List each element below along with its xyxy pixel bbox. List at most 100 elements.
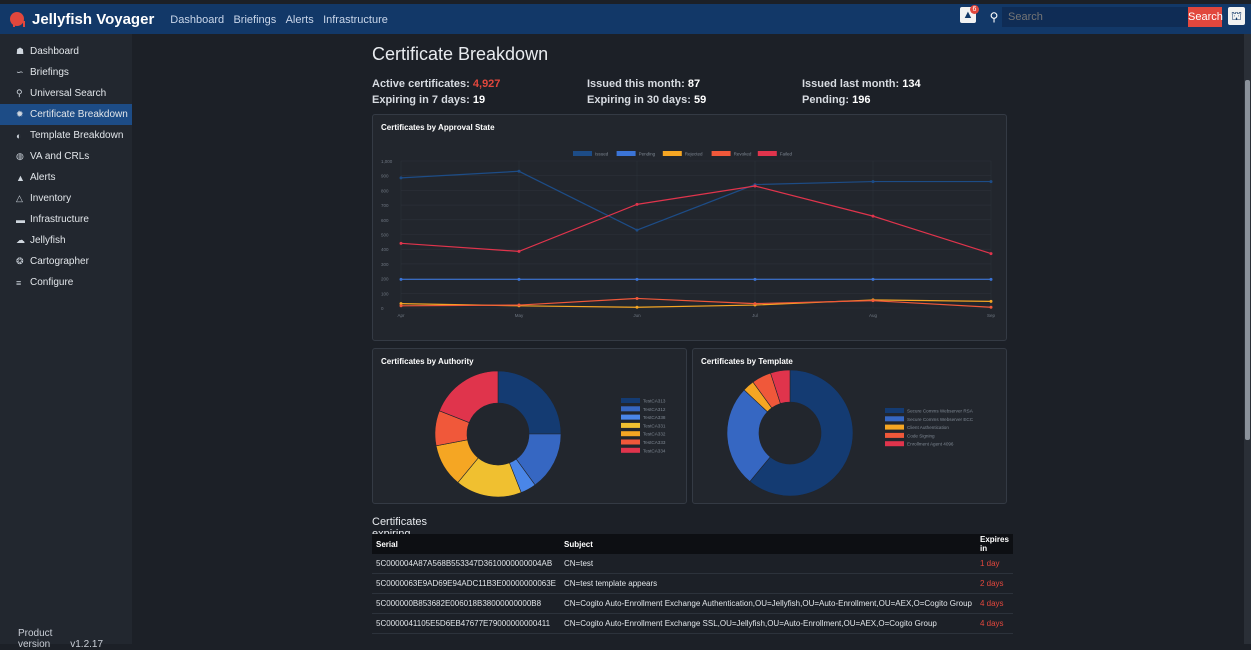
data-point <box>989 305 993 309</box>
sidebar-item-template-breakdown[interactable]: ◐ Template Breakdown <box>0 125 132 146</box>
data-point <box>989 252 993 256</box>
y-tick-label: 300 <box>381 262 389 267</box>
search-button[interactable]: Search <box>1188 7 1223 27</box>
data-point <box>989 277 993 281</box>
template-icon: ◐ <box>16 130 22 141</box>
x-tick-label: Sep <box>987 313 996 318</box>
x-tick-label: Aug <box>869 313 878 318</box>
table-row[interactable]: 5C0000063E9AD69E94ADC11B3E00000000063E CN… <box>372 573 1013 594</box>
sidebar-item-infrastructure[interactable]: ▬ Infrastructure <box>0 209 132 230</box>
certificate-icon: ✹ <box>16 109 24 119</box>
search-bar: ⚲ Search <box>986 7 1223 27</box>
sidebar-item-label: Configure <box>30 277 74 288</box>
table-row[interactable]: 5C0000041105E5D6EB47677E79000000000411 CN… <box>372 613 1013 634</box>
sidebar-item-certificate-breakdown[interactable]: ✹ Certificate Breakdown <box>0 104 132 125</box>
legend-label: TestCA312 <box>643 407 666 412</box>
search-input[interactable] <box>1002 7 1188 27</box>
legend-swatch <box>885 424 904 430</box>
sidebar-item-label: Alerts <box>30 172 56 183</box>
stat-label: Issued this month: <box>587 78 688 90</box>
product-version-label: Product version <box>18 628 53 650</box>
shield-icon: ◍ <box>16 151 24 161</box>
cell-subject: CN=test template appears <box>560 573 976 594</box>
legend-swatch <box>616 151 636 156</box>
cell-serial: 5C0000063E9AD69E94ADC11B3E00000000063E <box>372 573 560 594</box>
legend-swatch <box>621 422 640 428</box>
page-scrollbar[interactable] <box>1244 34 1251 644</box>
data-point <box>635 228 639 232</box>
sidebar: ☗ Dashboard ∽ Briefings ⚲ Universal Search … <box>0 34 132 650</box>
column-header-serial[interactable]: Serial <box>372 534 560 554</box>
table-row[interactable]: 5C000004A87A568B553347D3610000000004AB CN… <box>372 554 1013 574</box>
pie-slice <box>497 370 562 435</box>
legend-swatch <box>885 441 904 447</box>
sidebar-item-label: Inventory <box>30 193 72 204</box>
sidebar-item-universal-search[interactable]: ⚲ Universal Search <box>0 83 132 104</box>
legend-label: TestCA313 <box>643 399 666 404</box>
scrollbar-thumb[interactable] <box>1245 80 1250 440</box>
data-point <box>517 249 521 253</box>
column-header-subject[interactable]: Subject <box>560 534 976 554</box>
sidebar-item-label: Infrastructure <box>30 214 89 225</box>
sidebar-item-inventory[interactable]: △ Inventory <box>0 188 132 209</box>
stat-value: 196 <box>852 94 871 106</box>
legend-label: Secure Comms Webserver RSA <box>907 409 974 414</box>
legend-swatch <box>621 406 640 412</box>
approval-state-line-chart: 0 100 200 300 400 500 600 700 800 900 1,000 Apr May J… <box>381 151 996 318</box>
sidebar-item-jellyfish[interactable]: ☁ Jellyfish <box>0 230 132 251</box>
y-tick-label: 900 <box>381 174 389 179</box>
column-header-expires[interactable]: Expires in <box>975 534 1013 554</box>
sidebar-item-label: Template Breakdown <box>30 130 124 141</box>
table-row[interactable]: 5C000000B853682E006018B38000000000B8 CN=C… <box>372 593 1013 614</box>
nav-dashboard[interactable]: Dashboard <box>170 14 224 26</box>
data-point <box>635 305 639 309</box>
stat-value: 87 <box>687 78 701 90</box>
legend-label: Code Signing <box>907 433 935 438</box>
sidebar-item-label: Universal Search <box>30 88 107 99</box>
stat-active-certificates: Active certificates: 4,927 <box>372 78 500 90</box>
sidebar-item-label: Cartographer <box>30 256 89 267</box>
sidebar-item-va-and-crls[interactable]: ◍ VA and CRLs <box>0 146 132 167</box>
data-point <box>399 241 403 245</box>
sidebar-item-cartographer[interactable]: ❂ Cartographer <box>0 251 132 272</box>
x-tick-label: Apr <box>397 313 405 318</box>
inventory-icon: △ <box>16 193 23 203</box>
cell-expires: 1 day <box>975 554 1013 574</box>
sidebar-item-configure[interactable]: ≡ Configure <box>0 272 132 293</box>
product-version: Product version v1.2.17 <box>18 628 132 650</box>
x-tick-label: May <box>515 313 524 318</box>
legend-label: Revoked <box>734 152 752 157</box>
data-point <box>753 277 757 281</box>
nav-infrastructure[interactable]: Infrastructure <box>323 14 388 26</box>
stat-value: 4,927 <box>472 78 501 90</box>
cell-expires: 4 days <box>975 613 1013 634</box>
stat-expiring-7-days: Expiring in 7 days: 19 <box>372 94 485 106</box>
sidebar-item-label: Certificate Breakdown <box>30 109 128 120</box>
template-card: Certificates by Template Secure Comms We… <box>692 348 1007 504</box>
legend-swatch <box>621 447 640 453</box>
y-tick-label: 600 <box>381 218 389 223</box>
bank-icon[interactable]: ⛫ <box>1228 7 1245 25</box>
app-title[interactable]: Jellyfish Voyager <box>32 11 154 28</box>
stat-expiring-30-days: Expiring in 30 days: 59 <box>587 94 706 106</box>
nav-briefings[interactable]: Briefings <box>233 14 276 26</box>
legend-swatch <box>621 398 640 403</box>
sidebar-item-dashboard[interactable]: ☗ Dashboard <box>0 41 132 62</box>
data-point <box>635 296 639 300</box>
legend-swatch <box>757 151 777 156</box>
sidebar-item-alerts[interactable]: ▲ Alerts <box>0 167 132 188</box>
legend-swatch <box>662 151 682 156</box>
authority-donut-chart: TestCA313 TestCA312 TestCA338 TestCA331 Test… <box>434 370 666 498</box>
data-point <box>399 176 403 180</box>
y-tick-label: 0 <box>381 306 384 311</box>
y-tick-label: 800 <box>381 188 389 193</box>
legend-swatch <box>621 439 640 445</box>
sidebar-item-briefings[interactable]: ∽ Briefings <box>0 62 132 83</box>
legend-label: TestCA332 <box>643 432 666 437</box>
stat-label: Expiring in 30 days: <box>587 94 694 106</box>
nav-alerts[interactable]: Alerts <box>286 14 314 26</box>
stat-value: 134 <box>902 78 921 90</box>
cell-serial: 5C000000B853682E006018B38000000000B8 <box>372 593 560 614</box>
jellyfish-logo-icon[interactable] <box>10 12 25 27</box>
legend-label: TestCA333 <box>643 440 666 445</box>
